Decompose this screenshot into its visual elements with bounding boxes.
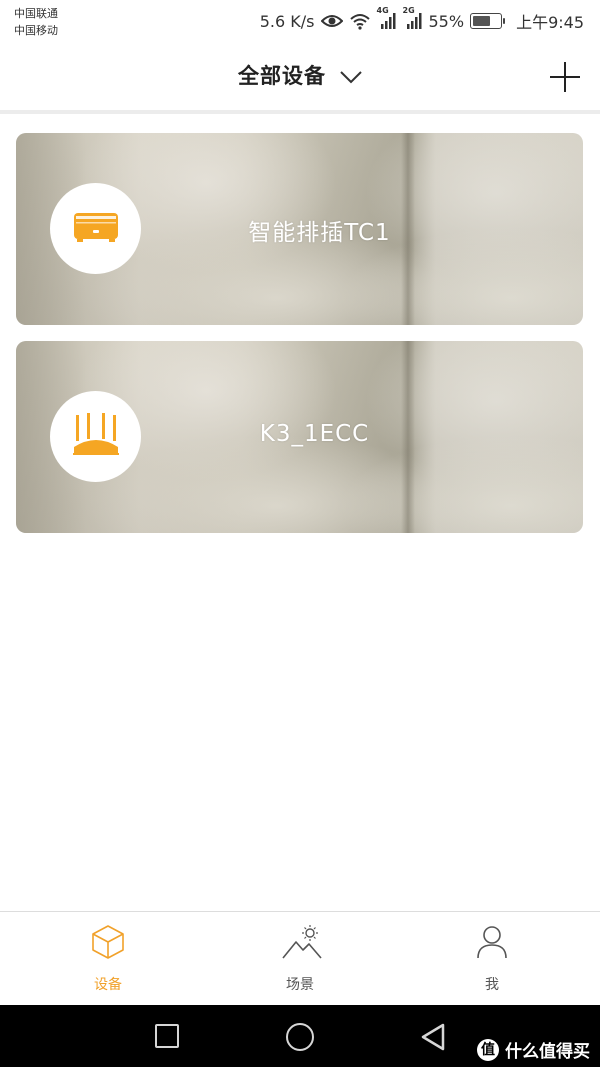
mountain-sun-icon [282, 924, 322, 960]
tab-label: 我 [485, 977, 499, 993]
cube-icon [90, 924, 126, 960]
tab-me[interactable]: 我 [392, 912, 592, 1006]
status-bar: 中国联通 中国移动 5.6 K/s 4G 2G 55% 上午9:45 [0, 0, 600, 42]
back-button[interactable] [420, 1023, 446, 1055]
network-1-label: 4G [376, 6, 389, 15]
net-speed: 5.6 K/s [259, 11, 315, 31]
tab-label: 设备 [94, 977, 122, 993]
carrier-info: 中国联通 中国移动 [14, 5, 58, 39]
device-name: 智能排插TC1 [248, 220, 391, 246]
clock: 上午9:45 [516, 13, 584, 32]
home-button[interactable] [286, 1023, 314, 1051]
device-name: K3_1ECC [259, 421, 370, 447]
signal-icon-1: 4G [377, 6, 397, 30]
status-indicators: 5.6 K/s 4G 2G 55% 上午9:45 [259, 6, 584, 33]
page-title: 全部设备 [238, 64, 326, 88]
carrier-1: 中国联通 [14, 7, 58, 20]
recent-apps-button[interactable] [155, 1024, 179, 1048]
bottom-tab-bar: 设备 场景 我 [0, 911, 600, 1005]
device-card-router[interactable]: K3_1ECC [16, 341, 583, 533]
app-header: 全部设备 [0, 42, 600, 114]
watermark: 值 什么值得买 [477, 1037, 590, 1062]
signal-icon-2: 2G [403, 6, 423, 30]
battery-percent: 55% [428, 11, 465, 31]
wifi-icon [349, 12, 371, 30]
eye-icon [320, 13, 343, 29]
network-2-label: 2G [402, 6, 415, 15]
person-icon [474, 924, 510, 960]
tab-scenes[interactable]: 场景 [200, 912, 400, 1006]
battery-icon [470, 13, 506, 29]
device-card-power-strip[interactable]: 智能排插TC1 [16, 133, 583, 325]
add-device-button[interactable] [550, 62, 580, 92]
tab-label: 场景 [286, 977, 314, 993]
chevron-down-icon [340, 65, 362, 89]
carrier-2: 中国移动 [14, 24, 58, 37]
watermark-text: 什么值得买 [505, 1042, 590, 1062]
system-nav-bar: 值 什么值得买 [0, 1005, 600, 1067]
watermark-logo: 值 [477, 1038, 499, 1061]
device-filter-dropdown[interactable]: 全部设备 [0, 60, 600, 90]
tab-devices[interactable]: 设备 [8, 912, 208, 1006]
